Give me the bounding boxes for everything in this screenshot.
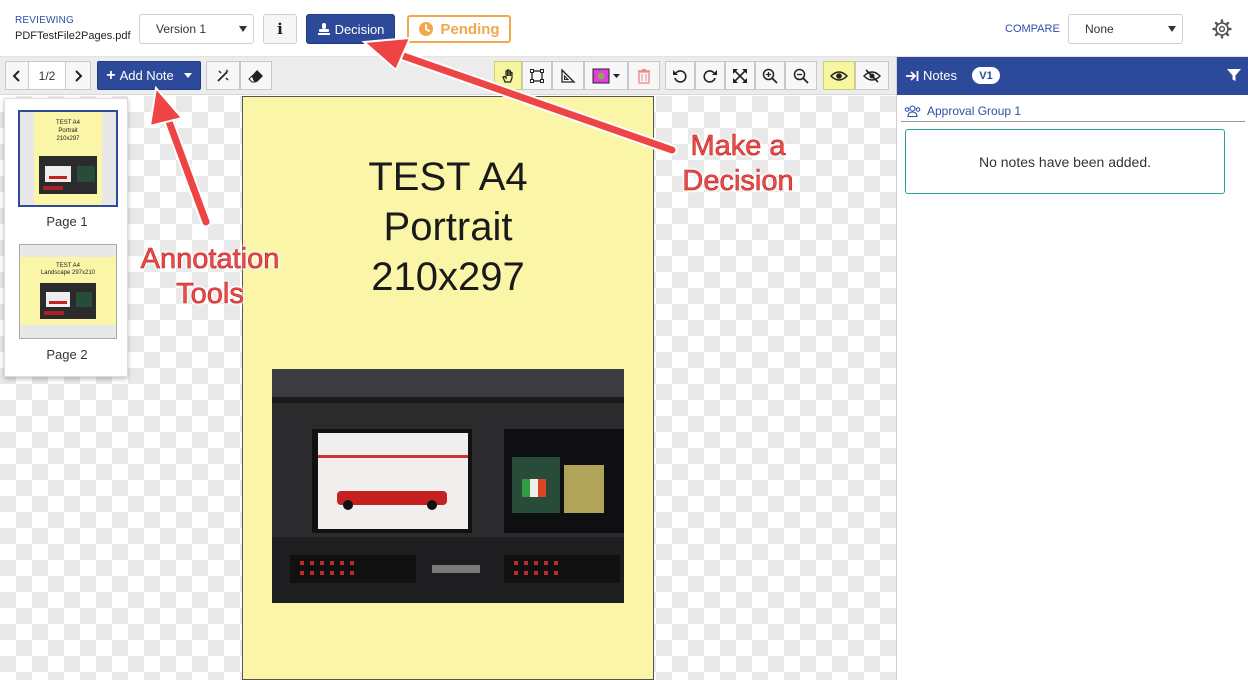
caret-down-icon <box>183 73 192 78</box>
add-note-label: Add Note <box>119 68 174 83</box>
annotation-toolbar: 1/2 + Add Note <box>0 57 896 95</box>
notes-empty-state: No notes have been added. <box>905 129 1225 194</box>
notes-title: Notes <box>923 68 957 83</box>
color-swatch-icon <box>592 68 620 83</box>
page-title: TEST A4 Portrait 210x297 <box>243 152 653 302</box>
decision-label: Decision <box>334 21 385 37</box>
page-indicator-text: 1/2 <box>38 68 56 83</box>
notes-empty-message: No notes have been added. <box>978 153 1152 170</box>
hand-icon <box>502 68 513 83</box>
thumbnail-label: Page 2 <box>46 347 88 362</box>
decision-button[interactable]: Decision <box>306 14 395 44</box>
thumbnail-image <box>39 156 97 194</box>
crop-icon <box>530 68 544 83</box>
stamp-icon <box>317 23 330 35</box>
compare-select[interactable]: None <box>1068 14 1183 44</box>
gear-icon[interactable] <box>1212 19 1232 39</box>
callout-line: Annotation <box>140 243 280 276</box>
rotate-right-icon <box>703 69 717 83</box>
eraser-button[interactable] <box>240 61 272 90</box>
version-select[interactable]: Version 1 <box>139 14 254 44</box>
magic-wand-icon <box>217 68 229 82</box>
thumbnail-page-sheet: TEST A4 Landscape 297x210 <box>20 257 116 325</box>
compare-select-value: None <box>1085 22 1114 36</box>
zoom-out-button[interactable] <box>785 61 817 90</box>
thumbnail-text: TEST A4 <box>56 120 80 126</box>
eraser-icon <box>248 69 263 82</box>
file-name: PDFTestFile2Pages.pdf <box>15 30 131 42</box>
reviewing-label: REVIEWING <box>15 15 75 26</box>
page-title-line: Portrait <box>383 205 513 249</box>
document-photo <box>272 369 624 603</box>
thumbnail-text: 210x297 <box>56 136 80 142</box>
page-indicator: 1/2 <box>28 61 66 90</box>
collapse-arrow-icon <box>906 70 919 81</box>
notes-toggle[interactable]: Notes <box>906 68 957 83</box>
status-label: Pending <box>440 20 500 38</box>
thumbnail-text: Portrait <box>58 128 78 134</box>
color-picker-button[interactable] <box>584 61 628 90</box>
page-title-line: 210x297 <box>371 255 525 299</box>
magic-wand-button[interactable] <box>206 61 240 90</box>
plus-icon: + <box>106 66 116 84</box>
callout-line: Make a <box>690 130 786 163</box>
select-area-button[interactable] <box>522 61 552 90</box>
zoom-out-icon <box>793 68 809 84</box>
page-title-line: TEST A4 <box>368 155 528 199</box>
compare-label: COMPARE <box>1005 23 1060 35</box>
notes-sidebar: Notes V1 Approval Group 1 No notes have … <box>896 57 1248 680</box>
document-page: TEST A4 Portrait 210x297 <box>242 96 654 680</box>
notes-header: Notes V1 <box>897 57 1248 95</box>
caret-down-icon <box>1168 26 1176 32</box>
measure-button[interactable] <box>552 61 584 90</box>
eye-slash-icon <box>863 68 881 83</box>
show-annotations-button[interactable] <box>823 61 855 90</box>
next-page-button[interactable] <box>65 61 91 90</box>
pan-tool-button[interactable] <box>494 61 522 90</box>
ruler-icon <box>561 67 576 83</box>
info-button[interactable]: i <box>263 14 297 44</box>
rotate-left-button[interactable] <box>665 61 695 90</box>
decision-callout: Make a Decision <box>670 129 806 199</box>
prev-page-button[interactable] <box>5 61 29 90</box>
fit-page-button[interactable] <box>725 61 755 90</box>
thumbnail-page-1[interactable]: TEST A4 Portrait 210x297 <box>19 111 117 206</box>
callout-line: Tools <box>176 278 244 311</box>
users-icon <box>904 104 921 117</box>
thumbnail-text: TEST A4 <box>56 263 80 269</box>
fit-icon <box>733 68 747 83</box>
info-icon: i <box>277 20 283 38</box>
approval-group-name: Approval Group 1 <box>927 103 1022 118</box>
thumbnail-page-sheet: TEST A4 Portrait 210x297 <box>34 112 102 205</box>
chevron-right-icon <box>75 69 83 82</box>
callout-line: Decision <box>682 165 794 198</box>
hide-annotations-button[interactable] <box>855 61 889 90</box>
rotate-left-icon <box>673 69 687 83</box>
thumbnail-label: Page 1 <box>46 214 88 229</box>
page-thumbnails-panel: TEST A4 Portrait 210x297 Page 1 TEST A4 … <box>4 98 128 377</box>
thumbnail-text: Landscape 297x210 <box>40 270 96 276</box>
eye-icon <box>830 70 848 81</box>
approval-group-row[interactable]: Approval Group 1 <box>901 100 1245 122</box>
version-select-value: Version 1 <box>156 22 207 36</box>
top-header: REVIEWING PDFTestFile2Pages.pdf Version … <box>0 0 1248 57</box>
delete-button[interactable] <box>628 61 660 90</box>
rotate-right-button[interactable] <box>695 61 725 90</box>
chevron-left-icon <box>12 69 20 82</box>
thumbnail-image <box>40 283 96 319</box>
filter-icon[interactable] <box>1227 68 1241 82</box>
zoom-in-icon <box>762 68 778 84</box>
add-note-button[interactable]: + Add Note <box>97 61 201 90</box>
thumbnail-page-2[interactable]: TEST A4 Landscape 297x210 <box>19 244 117 339</box>
caret-down-icon <box>239 26 247 32</box>
version-badge: V1 <box>972 67 1000 84</box>
app-root: REVIEWING PDFTestFile2Pages.pdf Version … <box>0 0 1248 680</box>
zoom-in-button[interactable] <box>755 61 785 90</box>
status-badge: Pending <box>407 15 511 43</box>
trash-icon <box>638 68 650 84</box>
clock-icon <box>419 22 434 36</box>
tools-callout: Annotation Tools <box>128 242 292 312</box>
